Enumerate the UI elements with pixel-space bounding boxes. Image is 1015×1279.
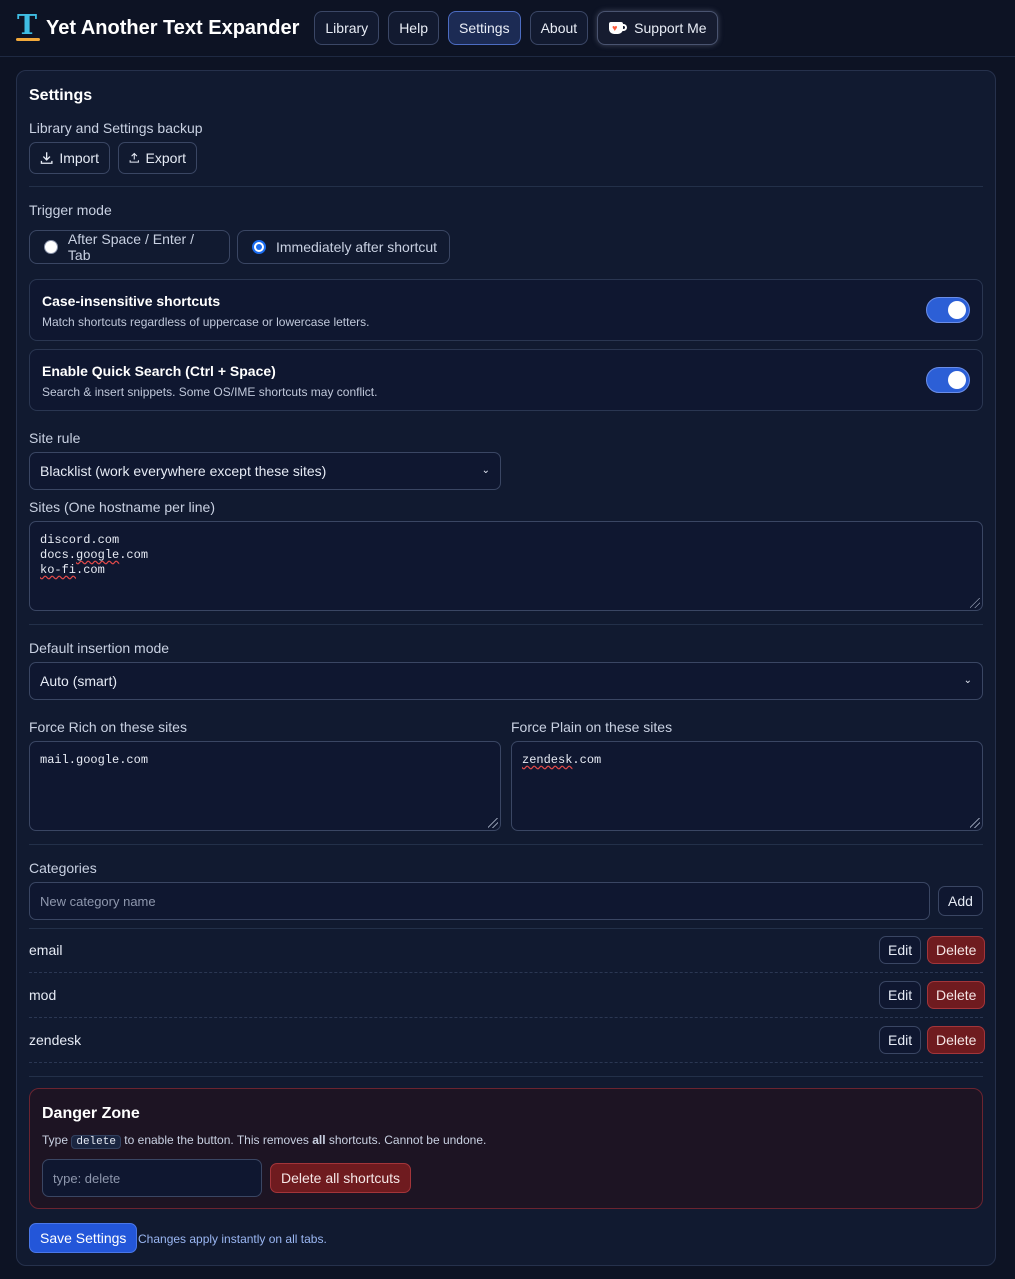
desc-text: to enable the button. This removes [120,1133,313,1147]
insertion-mode-value: Auto (smart) [40,673,118,689]
save-hint: Changes apply instantly on all tabs. [138,1232,327,1246]
divider [29,186,983,187]
support-label: Support Me [634,20,707,36]
spell-mark: google [76,548,120,562]
delete-category-button[interactable]: Delete [927,936,986,964]
save-settings-button[interactable]: Save Settings [29,1223,138,1253]
nav-library-button[interactable]: Library [314,11,380,45]
category-name: email [29,942,63,958]
top-bar: T Yet Another Text Expander Library Help… [0,0,1015,57]
new-category-input[interactable]: New category name [29,882,930,920]
settings-card: Settings Library and Settings backup Imp… [16,70,996,1266]
danger-zone-desc: Type delete to enable the button. This r… [42,1133,970,1149]
site-line: mail.google.com [40,753,149,767]
divider [29,1076,983,1077]
quick-search-title: Enable Quick Search (Ctrl + Space) [42,363,276,379]
upload-icon [129,152,139,163]
edit-category-button[interactable]: Edit [879,981,922,1009]
delete-confirm-input[interactable]: type: delete [42,1159,262,1197]
nav-support-button[interactable]: ♥ Support Me [597,11,718,45]
edit-category-button[interactable]: Edit [879,1026,922,1054]
chevron-down-icon: ⌄ [481,465,490,476]
site-rule-select[interactable]: Blacklist (work everywhere except these … [29,452,501,490]
insertion-mode-select[interactable]: Auto (smart) ⌄ [29,662,983,700]
download-icon [40,152,53,164]
site-line: zendesk.com [522,753,602,767]
site-rule-value: Blacklist (work everywhere except these … [40,463,327,479]
category-row-mod: mod Edit Delete [29,973,986,1018]
delete-category-button[interactable]: Delete [927,981,986,1009]
app-logo-icon: T [16,10,40,42]
force-plain-label: Force Plain on these sites [511,719,673,735]
nav-settings-button[interactable]: Settings [447,11,521,45]
category-name: zendesk [29,1032,82,1048]
nav-about-button[interactable]: About [529,11,589,45]
chevron-down-icon: ⌄ [963,675,972,686]
spell-mark: ko-fi [40,563,77,577]
delete-category-button[interactable]: Delete [927,1026,986,1054]
category-name: mod [29,987,57,1003]
edit-category-button[interactable]: Edit [879,936,922,964]
coffee-cup-icon: ♥ [608,20,628,36]
categories-label: Categories [29,860,97,876]
category-row-zendesk: zendesk Edit Delete [29,1018,986,1063]
divider [29,844,983,845]
quick-search-toggle[interactable] [926,367,970,393]
insertion-mode-label: Default insertion mode [29,640,170,656]
force-plain-textarea[interactable]: zendesk.com [511,741,983,831]
sites-textarea[interactable]: discord.com docs.google.com ko-fi.com [29,521,983,611]
export-label: Export [145,150,186,166]
radio-label: Immediately after shortcut [276,239,438,255]
brand: T Yet Another Text Expander [16,10,300,42]
case-insensitive-toggle[interactable] [926,297,970,323]
desc-bold: all [312,1133,326,1147]
case-insensitive-title: Case-insensitive shortcuts [42,293,221,309]
case-insensitive-desc: Match shortcuts regardless of uppercase … [42,315,370,329]
force-rich-textarea[interactable]: mail.google.com [29,741,501,831]
settings-heading: Settings [29,87,93,104]
trigger-after-space-radio[interactable]: After Space / Enter / Tab [29,230,230,264]
danger-zone: Danger Zone Type delete to enable the bu… [29,1088,983,1209]
sites-label: Sites (One hostname per line) [29,499,215,515]
app-title: Yet Another Text Expander [46,16,300,39]
nav-help-button[interactable]: Help [388,11,439,45]
radio-label: After Space / Enter / Tab [67,231,194,263]
export-button[interactable]: Export [118,142,197,174]
resize-handle[interactable] [488,818,498,828]
site-line: ko-fi.com [40,563,105,577]
radio-dot-selected [252,240,266,254]
delete-keyword: delete [71,1135,121,1149]
divider [29,624,983,625]
category-row-email: email Edit Delete [29,928,986,973]
backup-label: Library and Settings backup [29,120,203,136]
radio-dot [44,240,58,254]
import-button[interactable]: Import [29,142,110,174]
site-line: docs.google.com [40,548,149,562]
danger-zone-title: Danger Zone [42,1105,140,1122]
force-rich-label: Force Rich on these sites [29,719,187,735]
case-insensitive-card: Case-insensitive shortcuts Match shortcu… [29,279,983,341]
trigger-immediately-radio[interactable]: Immediately after shortcut [237,230,450,264]
spell-mark: zendesk [522,753,573,767]
add-category-button[interactable]: Add [938,886,983,916]
quick-search-card: Enable Quick Search (Ctrl + Space) Searc… [29,349,983,411]
desc-text: shortcuts. Cannot be undone. [325,1133,487,1147]
resize-handle[interactable] [970,818,980,828]
site-rule-label: Site rule [29,430,81,446]
site-line: discord.com [40,533,120,547]
desc-text: Type [42,1133,72,1147]
resize-handle[interactable] [970,598,980,608]
trigger-mode-label: Trigger mode [29,202,112,218]
quick-search-desc: Search & insert snippets. Some OS/IME sh… [42,385,378,399]
import-label: Import [59,150,99,166]
delete-all-shortcuts-button[interactable]: Delete all shortcuts [270,1163,412,1193]
